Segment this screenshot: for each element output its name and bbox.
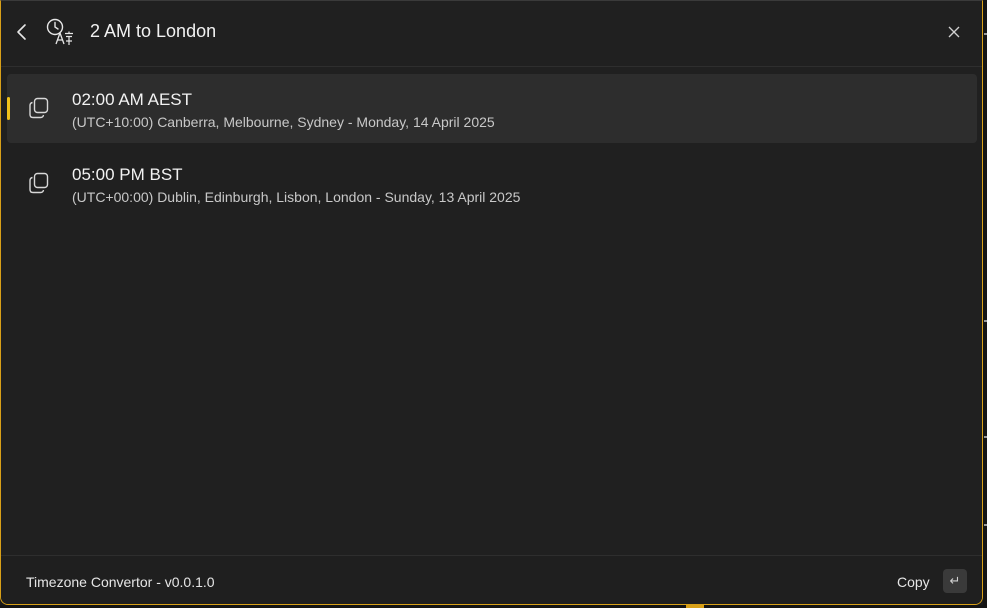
list-item[interactable]: 05:00 PM BST (UTC+00:00) Dublin, Edinbur… <box>7 149 977 218</box>
chevron-left-icon <box>17 24 26 40</box>
list-item[interactable]: 02:00 AM AEST (UTC+10:00) Canberra, Melb… <box>7 74 977 143</box>
close-icon <box>948 26 960 38</box>
enter-key-icon[interactable]: ↵ <box>943 569 967 593</box>
copy-icon <box>29 172 49 194</box>
clock-translate-icon <box>46 18 73 45</box>
result-subtitle: (UTC+10:00) Canberra, Melbourne, Sydney … <box>72 114 495 130</box>
extension-name: Timezone Convertor - v0.0.1.0 <box>26 574 215 590</box>
result-subtitle: (UTC+00:00) Dublin, Edinburgh, Lisbon, L… <box>72 189 521 205</box>
search-query[interactable]: 2 AM to London <box>90 20 216 42</box>
result-title: 05:00 PM BST <box>72 165 183 184</box>
close-button[interactable] <box>941 19 967 45</box>
command-palette-window: 2 AM to London 02:00 AM AEST (UTC+10:00)… <box>0 0 983 605</box>
result-title: 02:00 AM AEST <box>72 90 193 109</box>
status-bar: Timezone Convertor - v0.0.1.0 Copy ↵ <box>1 555 982 604</box>
copy-action-button[interactable]: Copy <box>897 574 930 590</box>
back-button[interactable] <box>9 17 35 47</box>
results-list: 02:00 AM AEST (UTC+10:00) Canberra, Melb… <box>7 74 977 224</box>
search-header: 2 AM to London <box>1 1 982 67</box>
selection-indicator <box>7 97 10 120</box>
background-edge <box>983 0 987 608</box>
copy-icon <box>29 97 49 119</box>
